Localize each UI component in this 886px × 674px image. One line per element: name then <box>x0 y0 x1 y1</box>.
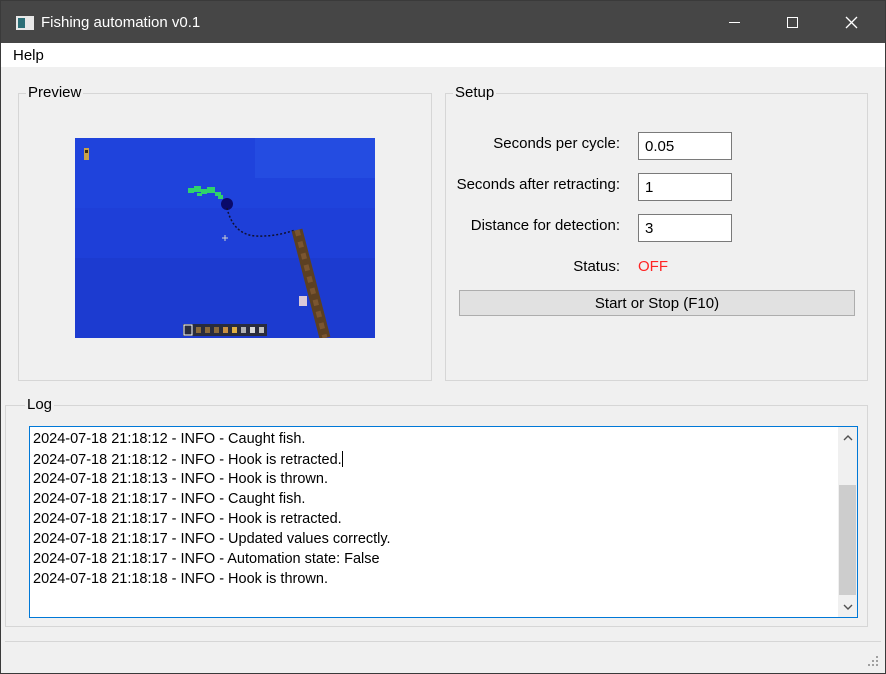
distance-for-detection-label: Distance for detection: <box>470 217 620 234</box>
log-line: 2024-07-18 21:18:12 - INFO - Hook is ret… <box>33 451 343 468</box>
log-line: 2024-07-18 21:18:17 - INFO - Automation … <box>33 551 380 567</box>
setup-title: Setup <box>453 84 497 101</box>
app-window: Fishing automation v0.1 Help Preview Set… <box>0 0 886 674</box>
log-line: 2024-07-18 21:18:18 - INFO - Hook is thr… <box>33 571 328 587</box>
scroll-thumb[interactable] <box>839 485 856 595</box>
status-value: OFF <box>638 258 668 275</box>
chevron-down-icon <box>843 604 852 610</box>
game-preview-graphic <box>75 138 375 338</box>
start-stop-button[interactable]: Start or Stop (F10) <box>459 290 855 316</box>
log-title: Log <box>25 396 55 413</box>
log-scrollbar[interactable] <box>838 427 857 617</box>
seconds-per-cycle-input[interactable] <box>638 132 732 160</box>
preview-group: Preview <box>18 84 432 381</box>
seconds-per-cycle-label: Seconds per cycle: <box>493 135 620 152</box>
log-line: 2024-07-18 21:18:12 - INFO - Caught fish… <box>33 431 306 447</box>
text-caret <box>341 451 343 467</box>
preview-image <box>75 138 375 338</box>
minimize-button[interactable] <box>705 1 763 43</box>
status-label: Status: <box>573 258 620 275</box>
log-line: 2024-07-18 21:18:13 - INFO - Hook is thr… <box>33 471 328 487</box>
distance-for-detection-input[interactable] <box>638 214 732 242</box>
log-line: 2024-07-18 21:18:17 - INFO - Hook is ret… <box>33 511 342 527</box>
status-bar-divider <box>5 641 881 642</box>
minimize-icon <box>728 21 740 23</box>
scroll-up-button[interactable] <box>838 427 857 447</box>
title-bar[interactable]: Fishing automation v0.1 <box>1 1 885 43</box>
scroll-down-button[interactable] <box>838 597 857 617</box>
menu-help[interactable]: Help <box>13 47 44 64</box>
window-title: Fishing automation v0.1 <box>41 14 201 31</box>
log-line-text: 2024-07-18 21:18:12 - INFO - Hook is ret… <box>33 452 342 468</box>
log-group: Log 2024-07-18 21:18:12 - INFO - Caught … <box>5 396 868 627</box>
preview-title: Preview <box>26 84 84 101</box>
seconds-after-retracting-input[interactable] <box>638 173 732 201</box>
log-textarea[interactable]: 2024-07-18 21:18:12 - INFO - Caught fish… <box>29 426 858 618</box>
seconds-after-retracting-label: Seconds after retracting: <box>456 176 620 193</box>
close-icon <box>845 16 857 28</box>
close-button[interactable] <box>822 1 880 43</box>
maximize-button[interactable] <box>763 1 821 43</box>
log-line: 2024-07-18 21:18:17 - INFO - Updated val… <box>33 531 391 547</box>
setup-group: Setup Seconds per cycle: Seconds after r… <box>445 84 868 381</box>
chevron-up-icon <box>843 434 852 440</box>
log-line: 2024-07-18 21:18:17 - INFO - Caught fish… <box>33 491 306 507</box>
maximize-icon <box>786 16 798 28</box>
resize-grip-icon[interactable] <box>867 655 879 667</box>
app-icon <box>16 16 34 30</box>
menu-bar: Help <box>1 43 885 67</box>
